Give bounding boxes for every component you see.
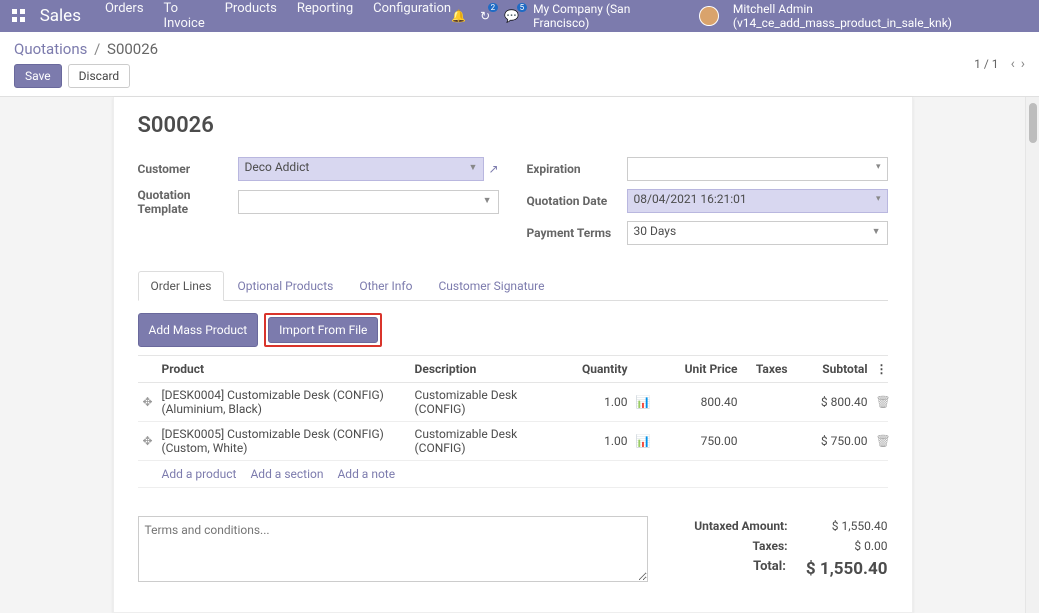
scrollbar-thumb[interactable]: [1029, 103, 1037, 143]
quotation-date-field[interactable]: 08/04/2021 16:21:01 ▾: [627, 189, 888, 213]
pager-next-icon[interactable]: ›: [1021, 56, 1025, 72]
payment-terms-value: 30 Days: [634, 224, 677, 238]
doc-title: S00026: [138, 113, 888, 138]
row-description[interactable]: Customizable Desk (CONFIG): [411, 422, 562, 460]
col-menu-icon[interactable]: ⋮: [872, 356, 888, 382]
user-name[interactable]: Mitchell Admin (v14_ce_add_mass_product_…: [733, 2, 1027, 30]
terms-textarea[interactable]: [138, 516, 648, 582]
label-quotation-template: Quotation Template: [138, 188, 238, 216]
chevron-down-icon: ▾: [876, 162, 881, 172]
row-subtotal: $ 750.00: [792, 429, 872, 453]
row-unit-price[interactable]: 750.00: [652, 429, 742, 453]
untaxed-label: Untaxed Amount:: [694, 519, 787, 533]
add-section-link[interactable]: Add a section: [250, 467, 323, 481]
refresh-badge: 2: [488, 3, 499, 12]
pager-prev-icon[interactable]: ‹: [1011, 56, 1015, 72]
totals: Untaxed Amount: $ 1,550.40 Taxes: $ 0.00…: [668, 516, 888, 582]
form-card: S00026 Customer Deco Addict ▼ ↗ Quotatio…: [113, 97, 913, 613]
app-title[interactable]: Sales: [40, 6, 81, 26]
label-payment-terms: Payment Terms: [527, 226, 627, 240]
customer-value: Deco Addict: [245, 160, 310, 174]
menu-products[interactable]: Products: [225, 1, 277, 31]
quotation-template-field[interactable]: ▼: [238, 190, 499, 214]
col-product[interactable]: Product: [158, 356, 411, 382]
drag-handle-icon[interactable]: ✥: [138, 390, 158, 414]
chevron-down-icon: ▾: [876, 194, 881, 204]
apps-icon[interactable]: [12, 9, 26, 23]
chevron-down-icon: ▼: [483, 195, 492, 206]
add-product-link[interactable]: Add a product: [162, 467, 237, 481]
tab-order-lines[interactable]: Order Lines: [138, 271, 225, 301]
discard-button[interactable]: Discard: [68, 64, 131, 88]
tab-optional-products[interactable]: Optional Products: [224, 271, 346, 301]
table-row[interactable]: ✥ [DESK0004] Customizable Desk (CONFIG) …: [138, 383, 888, 422]
scrollbar[interactable]: [1025, 97, 1039, 613]
bell-icon[interactable]: 🔔: [451, 9, 466, 23]
messages-icon[interactable]: 💬5: [504, 9, 519, 23]
expiration-field[interactable]: ▾: [627, 157, 888, 181]
pager-text: 1 / 1: [974, 57, 998, 71]
label-expiration: Expiration: [527, 162, 627, 176]
total-value: $ 1,550.40: [806, 559, 888, 579]
total-label: Total:: [753, 559, 786, 579]
row-description[interactable]: Customizable Desk (CONFIG): [411, 383, 562, 421]
chevron-down-icon: ▼: [469, 162, 478, 173]
add-mass-product-button[interactable]: Add Mass Product: [138, 313, 259, 347]
table-row[interactable]: ✥ [DESK0005] Customizable Desk (CONFIG) …: [138, 422, 888, 461]
import-from-file-button[interactable]: Import From File: [268, 317, 378, 343]
drag-handle-icon[interactable]: ✥: [138, 429, 158, 453]
import-highlight: Import From File: [264, 313, 382, 347]
add-note-link[interactable]: Add a note: [337, 467, 395, 481]
untaxed-value: $ 1,550.40: [808, 519, 888, 533]
row-subtotal: $ 800.40: [792, 390, 872, 414]
graph-icon[interactable]: 📊: [632, 390, 652, 414]
col-quantity[interactable]: Quantity: [562, 356, 632, 382]
row-unit-price[interactable]: 800.40: [652, 390, 742, 414]
col-unit-price[interactable]: Unit Price: [652, 356, 742, 382]
tab-customer-signature[interactable]: Customer Signature: [425, 271, 557, 301]
topbar: Sales Orders To Invoice Products Reporti…: [0, 0, 1039, 32]
taxes-label: Taxes:: [753, 539, 788, 553]
quotation-date-value: 08/04/2021 16:21:01: [634, 192, 747, 206]
menu-reporting[interactable]: Reporting: [297, 1, 353, 31]
customer-field[interactable]: Deco Addict ▼: [238, 157, 485, 181]
row-quantity[interactable]: 1.00: [562, 429, 632, 453]
tabs: Order Lines Optional Products Other Info…: [138, 270, 888, 301]
company-name[interactable]: My Company (San Francisco): [533, 2, 685, 30]
breadcrumb-separator: /: [94, 40, 100, 58]
row-product[interactable]: [DESK0005] Customizable Desk (CONFIG) (C…: [158, 422, 411, 460]
col-description[interactable]: Description: [411, 356, 562, 382]
refresh-icon[interactable]: ↻2: [480, 9, 490, 23]
label-customer: Customer: [138, 162, 238, 176]
row-quantity[interactable]: 1.00: [562, 390, 632, 414]
breadcrumb: Quotations / S00026: [14, 40, 158, 58]
row-product[interactable]: [DESK0004] Customizable Desk (CONFIG) (A…: [158, 383, 411, 421]
breadcrumb-current: S00026: [107, 40, 158, 58]
col-taxes[interactable]: Taxes: [742, 356, 792, 382]
avatar[interactable]: [699, 6, 719, 26]
menu-configuration[interactable]: Configuration: [373, 1, 451, 31]
col-subtotal[interactable]: Subtotal: [792, 356, 872, 382]
breadcrumb-root[interactable]: Quotations: [14, 40, 87, 58]
taxes-value: $ 0.00: [808, 539, 888, 553]
row-taxes[interactable]: [742, 397, 792, 407]
external-link-icon[interactable]: ↗: [488, 162, 498, 176]
save-button[interactable]: Save: [14, 64, 62, 88]
label-quotation-date: Quotation Date: [527, 194, 627, 208]
delete-icon[interactable]: 🗑: [872, 429, 888, 453]
tab-other-info[interactable]: Other Info: [346, 271, 425, 301]
order-lines-grid: Product Description Quantity Unit Price …: [138, 355, 888, 488]
chevron-down-icon: ▼: [872, 226, 881, 237]
menu-to-invoice[interactable]: To Invoice: [164, 1, 205, 31]
messages-badge: 5: [517, 3, 528, 12]
main-menu: Orders To Invoice Products Reporting Con…: [105, 1, 451, 31]
menu-orders[interactable]: Orders: [105, 1, 144, 31]
delete-icon[interactable]: 🗑: [872, 390, 888, 414]
subbar: Quotations / S00026 Save Discard 1 / 1 ‹…: [0, 32, 1039, 97]
row-taxes[interactable]: [742, 436, 792, 446]
graph-icon[interactable]: 📊: [632, 429, 652, 453]
payment-terms-field[interactable]: 30 Days ▼: [627, 221, 888, 245]
